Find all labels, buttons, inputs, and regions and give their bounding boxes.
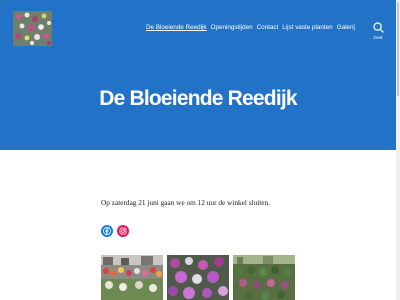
- nav-galerij[interactable]: Galerij: [337, 24, 355, 31]
- nav-home[interactable]: De Bloeiende Reedijk: [146, 24, 207, 31]
- gallery-image[interactable]: [167, 255, 229, 300]
- search-icon: [372, 22, 384, 33]
- potted-plants-photo: [233, 255, 295, 300]
- photo-gallery: [101, 255, 295, 300]
- site-header: De Bloeiende Reedijk Openingstijden Cont…: [0, 0, 396, 150]
- site-logo[interactable]: [13, 11, 52, 46]
- social-links: [101, 225, 129, 237]
- closing-notice: Op zaterdag 21 juni gaan we om 12 uur de…: [101, 198, 271, 207]
- nav-openingstijden[interactable]: Openingstijden: [211, 24, 253, 31]
- flower-logo-icon: [13, 11, 52, 46]
- purple-flowers-photo: [167, 255, 229, 300]
- facebook-link[interactable]: [101, 225, 113, 237]
- gallery-image[interactable]: [233, 255, 295, 300]
- gallery-image[interactable]: [101, 255, 163, 300]
- site-title: De Bloeiende Reedijk: [99, 87, 297, 110]
- facebook-icon: [103, 227, 111, 235]
- flower-market-photo: [101, 255, 163, 300]
- nav-lijst-vaste-planten[interactable]: Lijst vaste planten: [282, 24, 332, 31]
- nav-contact[interactable]: Contact: [257, 24, 279, 31]
- search-button[interactable]: Zoek: [370, 22, 386, 44]
- instagram-icon: [119, 227, 127, 235]
- instagram-link[interactable]: [117, 225, 129, 237]
- main-navigation: De Bloeiende Reedijk Openingstijden Cont…: [146, 24, 355, 31]
- search-label: Zoek: [373, 35, 383, 40]
- scrollbar-thumb[interactable]: [397, 2, 399, 96]
